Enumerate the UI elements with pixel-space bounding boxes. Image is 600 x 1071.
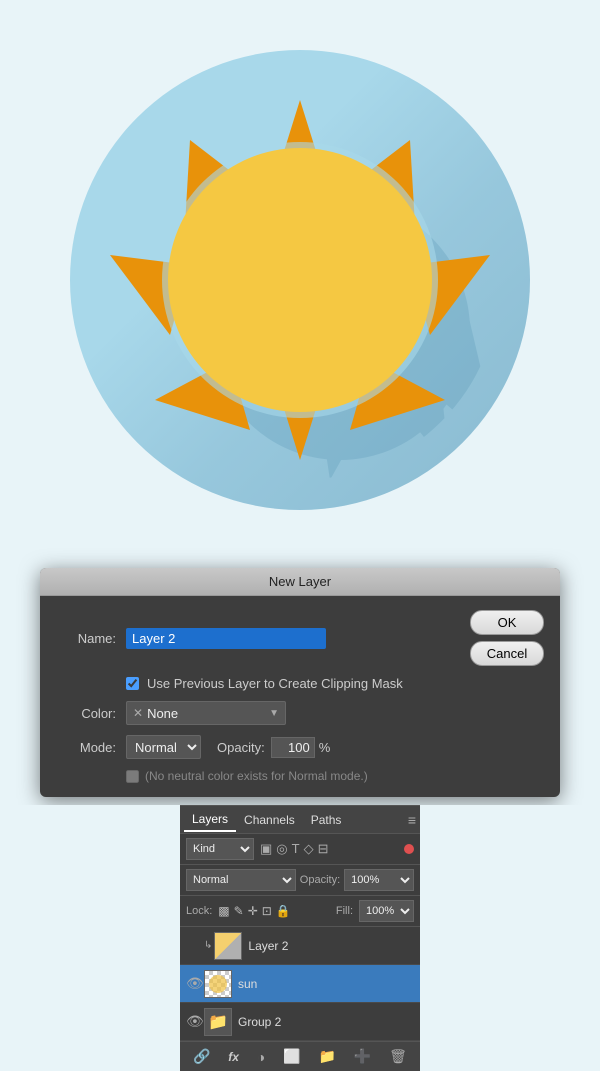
kind-shape-icon[interactable]: ◇ xyxy=(304,841,314,857)
layers-bottom-bar: 🔗 fx ◑ ⬜ 📁 ➕ 🗑 xyxy=(180,1041,420,1071)
red-dot-indicator xyxy=(404,844,414,854)
kind-select[interactable]: Kind xyxy=(186,838,254,860)
lock-artboard-icon[interactable]: ⊡ xyxy=(262,904,272,918)
mode-select[interactable]: Normal Multiply Screen xyxy=(126,735,201,759)
fill-label: Fill: xyxy=(336,905,353,917)
link-icon[interactable]: 🔗 xyxy=(193,1048,210,1065)
color-row: Color: ✕ None ▼ xyxy=(56,701,544,725)
lock-move-icon[interactable]: ✛ xyxy=(248,904,258,918)
lock-row: Lock: ▩ ✎ ✛ ⊡ 🔒 Fill: 100% xyxy=(180,896,420,927)
name-label: Name: xyxy=(56,631,116,646)
kind-smart-icon[interactable]: ⊟ xyxy=(318,841,329,857)
neutral-note-text: (No neutral color exists for Normal mode… xyxy=(145,769,368,783)
layer-row-sun[interactable]: 👁 sun xyxy=(180,965,420,1003)
group2-thumbnail: 📁 xyxy=(204,1008,232,1036)
kind-adjustment-icon[interactable]: ◎ xyxy=(276,841,287,857)
color-selector[interactable]: ✕ None ▼ xyxy=(126,701,286,725)
lock-icons: ▩ ✎ ✛ ⊡ 🔒 xyxy=(218,904,290,918)
cancel-button[interactable]: Cancel xyxy=(470,641,544,666)
name-row: Name: OK Cancel xyxy=(56,610,544,666)
sun-illustration xyxy=(0,0,600,560)
tab-channels[interactable]: Channels xyxy=(236,809,303,831)
sun-layer-name: sun xyxy=(238,977,257,991)
new-layer-dialog: New Layer Name: OK Cancel Use Previous L… xyxy=(40,568,560,797)
layer2-clip-arrow: ↳ xyxy=(204,940,212,951)
sun-circle-background xyxy=(70,50,530,510)
layer-row-layer2[interactable]: ↳ Layer 2 xyxy=(180,927,420,965)
color-x-icon: ✕ xyxy=(133,706,143,720)
new-layer-icon[interactable]: ➕ xyxy=(354,1048,371,1065)
opacity-label-sm: Opacity: xyxy=(300,874,340,886)
layers-tabs: Layers Channels Paths ≡ xyxy=(180,806,420,834)
ok-button[interactable]: OK xyxy=(470,610,544,635)
dialog-buttons: OK Cancel xyxy=(470,610,544,666)
mode-label: Mode: xyxy=(56,740,116,755)
sun-visibility-icon[interactable]: 👁 xyxy=(186,975,204,992)
sun-thumbnail xyxy=(204,970,232,998)
dialog-overlay: New Layer Name: OK Cancel Use Previous L… xyxy=(0,560,600,805)
fill-select[interactable]: 100% xyxy=(359,900,414,922)
group2-name: Group 2 xyxy=(238,1015,281,1029)
kind-pixel-icon[interactable]: ▣ xyxy=(260,841,272,857)
opacity-input[interactable] xyxy=(271,737,315,758)
mode-row: Mode: Normal Multiply Screen Opacity: % xyxy=(56,735,544,759)
dialog-body: Name: OK Cancel Use Previous Layer to Cr… xyxy=(40,596,560,797)
blendmode-select[interactable]: Normal Multiply xyxy=(186,869,296,891)
clipping-mask-checkbox[interactable] xyxy=(126,677,139,690)
kind-row: Kind ▣ ◎ T ◇ ⊟ xyxy=(180,834,420,865)
color-label: Color: xyxy=(56,706,116,721)
sun-svg xyxy=(90,70,510,490)
layer2-name: Layer 2 xyxy=(248,939,288,953)
opacity-label: Opacity: xyxy=(217,740,265,755)
fx-icon[interactable]: fx xyxy=(228,1050,239,1064)
lock-paint-icon[interactable]: ✎ xyxy=(234,904,244,918)
kind-type-icon[interactable]: T xyxy=(292,841,300,857)
clipping-mask-row: Use Previous Layer to Create Clipping Ma… xyxy=(56,676,544,691)
opacity-unit: % xyxy=(319,740,331,755)
tab-paths[interactable]: Paths xyxy=(303,809,350,831)
dialog-title: New Layer xyxy=(40,568,560,596)
name-input[interactable] xyxy=(126,628,326,649)
opacity-select[interactable]: 100% xyxy=(344,869,414,891)
group2-visibility-icon[interactable]: 👁 xyxy=(186,1013,204,1030)
color-dropdown-arrow: ▼ xyxy=(269,708,279,719)
new-fill-adjustment-icon[interactable]: ◑ xyxy=(257,1049,265,1065)
lock-label: Lock: xyxy=(186,905,212,917)
mask-icon[interactable]: ⬜ xyxy=(283,1048,300,1065)
layers-panel-container: Layers Channels Paths ≡ Kind ▣ ◎ T ◇ ⊟ N… xyxy=(0,805,600,1071)
lock-all-icon[interactable]: 🔒 xyxy=(276,904,291,918)
panel-menu-icon[interactable]: ≡ xyxy=(408,812,416,828)
tab-layers[interactable]: Layers xyxy=(184,808,236,832)
kind-filter-icons: ▣ ◎ T ◇ ⊟ xyxy=(260,841,329,857)
lock-transparent-icon[interactable]: ▩ xyxy=(218,904,229,918)
neutral-note-row: (No neutral color exists for Normal mode… xyxy=(56,769,544,783)
blendmode-row: Normal Multiply Opacity: 100% xyxy=(180,865,420,896)
layer-row-group2[interactable]: 👁 📁 Group 2 xyxy=(180,1003,420,1041)
delete-layer-icon[interactable]: 🗑 xyxy=(389,1048,407,1065)
clipping-mask-label: Use Previous Layer to Create Clipping Ma… xyxy=(147,676,403,691)
layers-container: Layers Channels Paths ≡ Kind ▣ ◎ T ◇ ⊟ N… xyxy=(180,805,420,1071)
layer2-thumbnail xyxy=(214,932,242,960)
group-icon[interactable]: 📁 xyxy=(319,1048,336,1065)
neutral-checkbox xyxy=(126,770,139,783)
color-value: None xyxy=(147,706,269,721)
